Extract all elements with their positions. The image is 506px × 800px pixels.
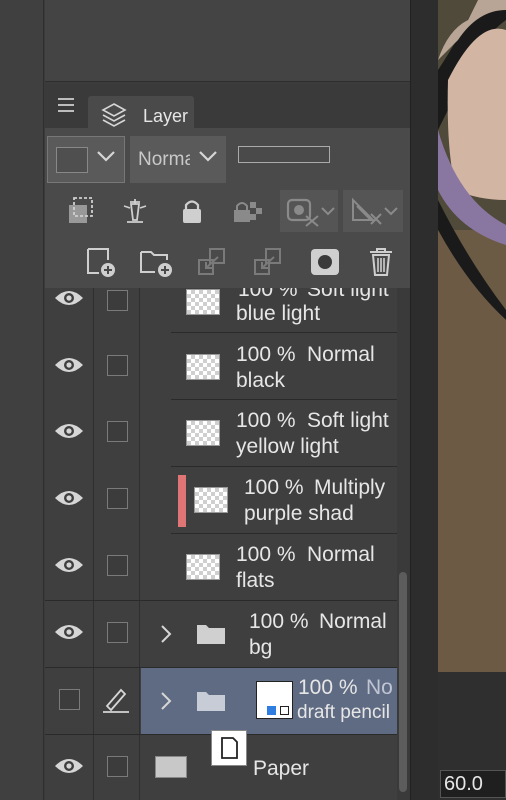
- zoom-input[interactable]: 60.0: [440, 770, 506, 798]
- layers-icon: [100, 101, 128, 129]
- layer-name: Paper: [253, 757, 310, 780]
- canvas-view[interactable]: [438, 0, 506, 672]
- layer-thumbnail: [186, 289, 220, 315]
- left-toolbar-strip: [0, 0, 44, 800]
- opacity-slider[interactable]: [238, 146, 330, 163]
- reference-layer-icon[interactable]: [120, 196, 150, 226]
- panel-separator[interactable]: [410, 0, 438, 800]
- chevron-down-icon: [96, 150, 116, 162]
- eye-icon[interactable]: [53, 288, 85, 308]
- scrollbar-thumb[interactable]: [399, 572, 407, 792]
- eye-icon[interactable]: [53, 756, 85, 776]
- layer-blend-mode: Soft light: [307, 288, 389, 301]
- pencil-icon: [103, 688, 129, 713]
- layer-select-checkbox[interactable]: [107, 622, 128, 643]
- eye-icon[interactable]: [53, 622, 85, 642]
- layer-select-checkbox[interactable]: [107, 290, 128, 311]
- layer-name: black: [236, 369, 286, 392]
- artwork-preview: [438, 0, 506, 672]
- panel-menu-icon[interactable]: [58, 98, 74, 112]
- new-folder-icon[interactable]: [139, 246, 175, 278]
- mask-enable-button[interactable]: [280, 190, 338, 232]
- layer-thumbnail: [186, 354, 220, 380]
- layer-opacity: 100 %: [244, 476, 304, 499]
- layer-color-marker: [178, 475, 186, 527]
- lock-transparent-pixels-icon[interactable]: [232, 196, 264, 226]
- folder-icon: [197, 625, 225, 644]
- layer-blend-mode: Multiply: [314, 476, 386, 499]
- layer-row-selected[interactable]: 100 % No draft pencil: [45, 668, 397, 734]
- layer-select-checkbox[interactable]: [107, 421, 128, 442]
- tab-layer-label: Layer: [143, 106, 189, 126]
- layer-name: flats: [236, 569, 275, 592]
- layer-row[interactable]: 100 % Normal flats: [45, 534, 397, 601]
- layer-opacity: 100 %: [236, 343, 296, 366]
- layer-row[interactable]: 100 % Normal bg: [45, 601, 397, 668]
- layer-name: purple shad: [244, 502, 354, 525]
- blend-mode-value: Normal: [138, 149, 190, 170]
- create-layer-mask-icon[interactable]: [309, 246, 341, 278]
- layer-row[interactable]: 100 % Normal black: [45, 333, 397, 400]
- layer-blend-mode: Normal: [319, 610, 387, 633]
- layer-blend-mode: Soft light: [307, 409, 389, 432]
- layer-row[interactable]: Paper: [45, 730, 397, 800]
- clip-studio-window: 60.0 Layer Normal: [0, 0, 506, 800]
- paper-color-swatch[interactable]: [155, 756, 187, 778]
- layer-opacity: 100 %: [236, 409, 296, 432]
- ruler-enable-button[interactable]: [343, 190, 403, 232]
- delete-layer-icon[interactable]: [366, 246, 396, 278]
- layer-opacity: 100 %: [249, 610, 309, 633]
- layer-name: draft pencil: [297, 702, 390, 723]
- layer-row[interactable]: 100 % Soft light yellow light: [45, 400, 397, 467]
- layer-list[interactable]: 100 % Soft light blue light 100 % Normal…: [45, 288, 397, 800]
- eye-icon[interactable]: [53, 421, 85, 441]
- layer-blend-mode: No: [366, 676, 393, 699]
- layer-thumbnail: [186, 554, 220, 580]
- layer-opacity: 100 %: [236, 543, 296, 566]
- layer-row[interactable]: 100 % Soft light blue light: [45, 288, 397, 333]
- layer-select-checkbox[interactable]: [107, 355, 128, 376]
- layer-blend-mode: Normal: [307, 543, 375, 566]
- folder-thumbnail: [256, 681, 293, 719]
- layer-opacity: 100 %: [298, 676, 358, 699]
- layer-blend-mode: Normal: [307, 343, 375, 366]
- layer-row[interactable]: 100 % Multiply purple shad: [45, 467, 397, 534]
- layer-name: blue light: [236, 302, 321, 325]
- chevron-right-icon[interactable]: [159, 690, 173, 712]
- layer-select-checkbox[interactable]: [107, 756, 128, 777]
- eye-icon[interactable]: [53, 555, 85, 575]
- blend-chevron-down-icon: [198, 150, 218, 162]
- layer-name: yellow light: [236, 435, 339, 458]
- layer-opacity: 100 %: [238, 288, 298, 301]
- layer-select-checkbox[interactable]: [107, 488, 128, 509]
- new-raster-layer-icon[interactable]: [85, 246, 119, 278]
- layer-name: bg: [249, 636, 273, 659]
- upper-empty-panel: [45, 0, 410, 82]
- chevron-right-icon[interactable]: [159, 623, 173, 645]
- layer-select-checkbox[interactable]: [107, 555, 128, 576]
- layer-color-swatch: [56, 147, 88, 173]
- transfer-to-lower-layer-icon[interactable]: [196, 246, 228, 278]
- layer-thumbnail: [194, 487, 228, 513]
- folder-icon: [197, 692, 225, 711]
- lock-layer-icon[interactable]: [177, 196, 207, 226]
- combine-with-layer-below-icon[interactable]: [252, 246, 284, 278]
- clip-to-layer-below-icon[interactable]: [66, 196, 96, 226]
- layer-thumbnail: [186, 420, 220, 446]
- paper-thumbnail: [211, 730, 247, 766]
- visibility-checkbox-empty[interactable]: [59, 689, 80, 710]
- eye-icon[interactable]: [53, 488, 85, 508]
- eye-icon[interactable]: [53, 355, 85, 375]
